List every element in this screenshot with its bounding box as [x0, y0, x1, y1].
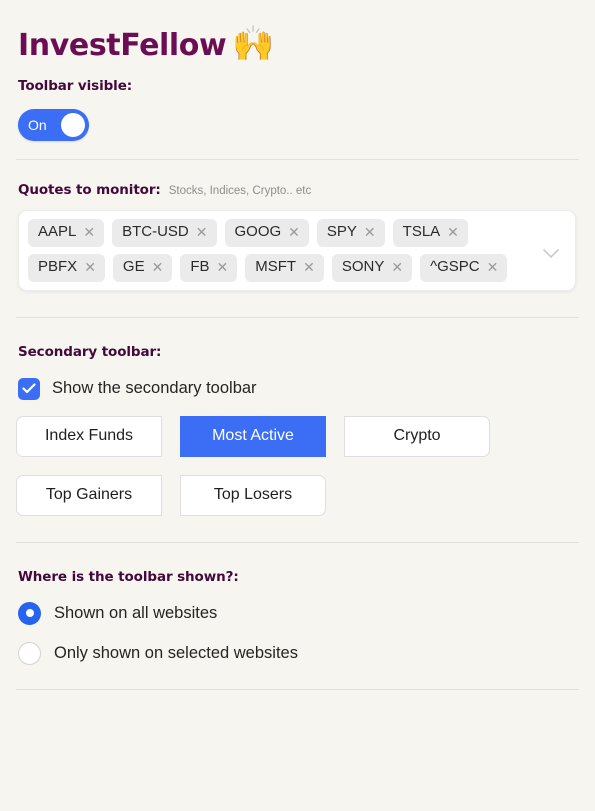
close-icon[interactable]: ✕	[83, 225, 95, 239]
quote-tag[interactable]: MSFT ✕	[245, 253, 324, 282]
show-secondary-toolbar-checkbox-row[interactable]: Show the secondary toolbar	[18, 377, 595, 400]
quote-tag[interactable]: GOOG ✕	[224, 219, 309, 247]
close-icon[interactable]: ✕	[303, 260, 315, 274]
close-icon[interactable]: ✕	[487, 260, 499, 274]
toolbar-category-button[interactable]: Most Active	[180, 415, 326, 457]
checkbox-icon[interactable]	[18, 377, 40, 400]
toolbar-visible-section: Toolbar visible: On	[0, 58, 595, 141]
quotes-heading-row: Quotes to monitor: Stocks, Indices, Cryp…	[18, 182, 595, 198]
secondary-toolbar-buttons-row-1: Index Funds Most Active Crypto	[16, 415, 595, 457]
quote-tag-label: GOOG	[234, 223, 282, 240]
quotes-heading: Quotes to monitor:	[18, 182, 161, 198]
quote-tag-label: MSFT	[255, 257, 297, 275]
close-icon[interactable]: ✕	[447, 225, 459, 239]
where-shown-option[interactable]: Only shown on selected websites	[18, 641, 595, 665]
quotes-hint: Stocks, Indices, Crypto.. etc	[168, 185, 312, 197]
toolbar-category-button[interactable]: Top Losers	[180, 474, 326, 516]
quotes-tag-input[interactable]: AAPL ✕ BTC-USD ✕ GOOG ✕ SPY ✕ TSLA ✕ PBFX ✕ GE ✕ FB ✕ MS…	[18, 210, 576, 291]
toolbar-category-button[interactable]: Crypto	[344, 415, 490, 457]
where-shown-option[interactable]: Shown on all websites	[18, 601, 595, 625]
where-shown-heading: Where is the toolbar shown?:	[18, 568, 239, 585]
close-icon[interactable]: ✕	[288, 225, 300, 239]
where-shown-section: Where is the toolbar shown?: Shown on al…	[0, 543, 595, 665]
quote-tag[interactable]: PBFX ✕	[28, 253, 105, 282]
options-page: InvestFellow 🙌 Toolbar visible: On Quote…	[0, 0, 595, 811]
toolbar-visible-heading: Toolbar visible:	[18, 78, 133, 94]
radio-dot	[25, 609, 34, 617]
toggle-state-label: On	[28, 117, 47, 133]
quotes-section: Quotes to monitor: Stocks, Indices, Cryp…	[0, 160, 595, 291]
where-shown-option-label: Only shown on selected websites	[54, 643, 298, 662]
quote-tag-label: PBFX	[38, 257, 78, 275]
toggle-knob[interactable]	[61, 113, 85, 137]
close-icon[interactable]: ✕	[364, 225, 376, 239]
quote-tag-label: TSLA	[402, 223, 441, 240]
quote-tag[interactable]: BTC-USD ✕	[112, 219, 217, 247]
app-header: InvestFellow 🙌	[0, 0, 595, 63]
where-shown-option-label: Shown on all websites	[54, 603, 218, 622]
close-icon[interactable]: ✕	[391, 260, 403, 274]
quote-tag-label: SPY	[326, 223, 357, 240]
toolbar-category-button[interactable]: Top Gainers	[16, 474, 162, 516]
radio-unselected-icon[interactable]	[18, 641, 41, 665]
secondary-toolbar-buttons-row-2: Top Gainers Top Losers	[16, 474, 595, 516]
quote-tag[interactable]: FB ✕	[180, 253, 238, 282]
quote-tag[interactable]: GE ✕	[112, 253, 173, 282]
quote-tag[interactable]: SPY ✕	[316, 219, 385, 247]
quote-tag-label: GE	[122, 257, 145, 275]
radio-selected-icon[interactable]	[18, 601, 41, 625]
quote-tag[interactable]: AAPL ✕	[28, 219, 105, 247]
secondary-toolbar-heading: Secondary toolbar:	[18, 343, 162, 360]
toolbar-visible-toggle[interactable]: On	[18, 109, 89, 141]
high-five-icon: 🙌	[232, 25, 275, 63]
quotes-tag-list: AAPL ✕ BTC-USD ✕ GOOG ✕ SPY ✕ TSLA ✕ PBFX ✕ GE ✕ FB ✕ MS…	[28, 219, 528, 282]
quote-tag[interactable]: ^GSPC ✕	[420, 253, 508, 282]
quote-tag-label: AAPL	[38, 223, 77, 240]
secondary-toolbar-section: Secondary toolbar: Show the secondary to…	[0, 318, 595, 516]
divider-4	[16, 688, 579, 690]
close-icon[interactable]: ✕	[217, 260, 229, 274]
quote-tag-label: SONY	[341, 257, 385, 275]
quote-tag-label: ^GSPC	[430, 257, 480, 275]
close-icon[interactable]: ✕	[152, 260, 164, 274]
quote-tag[interactable]: TSLA ✕	[392, 219, 468, 247]
quote-tag-label: FB	[190, 257, 210, 275]
where-shown-radio-group: Shown on all websites Only shown on selec…	[18, 601, 595, 665]
close-icon[interactable]: ✕	[84, 260, 96, 274]
close-icon[interactable]: ✕	[196, 225, 208, 239]
toolbar-category-button[interactable]: Index Funds	[16, 415, 162, 457]
app-logo-text: InvestFellow	[18, 28, 227, 63]
show-secondary-toolbar-label: Show the secondary toolbar	[52, 379, 257, 397]
chevron-down-icon[interactable]	[543, 249, 559, 259]
quote-tag-label: BTC-USD	[122, 223, 189, 240]
quote-tag[interactable]: SONY ✕	[331, 253, 413, 282]
